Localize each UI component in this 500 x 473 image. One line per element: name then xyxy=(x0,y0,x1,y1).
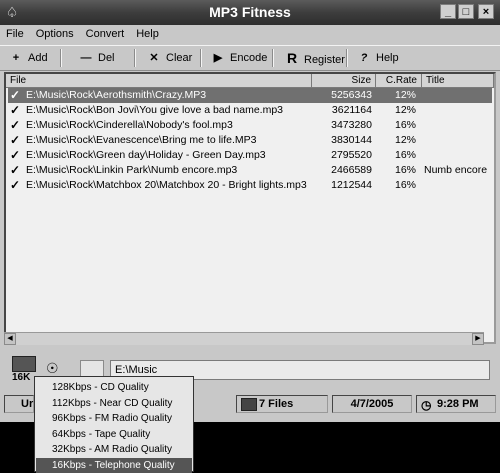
delete-button[interactable]: — Del xyxy=(78,49,115,67)
toolbar-separator xyxy=(60,49,62,67)
table-row[interactable]: ✓ E:\Music\Rock\Matchbox 20\Matchbox 20 -… xyxy=(8,178,492,193)
column-header-size[interactable]: Size xyxy=(312,74,376,88)
menu-options[interactable]: Options xyxy=(30,26,80,40)
menu-convert[interactable]: Convert xyxy=(80,26,131,40)
quality-menu-item[interactable]: 112Kbps - Near CD Quality xyxy=(36,396,192,411)
row-size: 5256343 xyxy=(331,89,372,101)
toolbar-separator xyxy=(346,49,348,67)
status-files: 7 Files xyxy=(236,395,328,413)
row-rate: 12% xyxy=(394,104,416,116)
toolbar-separator xyxy=(272,49,274,67)
table-row[interactable]: ✓ E:\Music\Rock\Evanescence\Bring me to l… xyxy=(8,133,492,148)
status-file-count: 7 Files xyxy=(259,398,294,410)
quality-menu-item[interactable]: 64Kbps - Tape Quality xyxy=(36,427,192,442)
register-label: Register xyxy=(304,54,345,66)
table-row[interactable]: ✓ E:\Music\Rock\Cinderella\Nobody's fool.… xyxy=(8,118,492,133)
row-size: 3830144 xyxy=(331,134,372,146)
row-size: 3621164 xyxy=(331,104,372,116)
row-rate: 16% xyxy=(394,149,416,161)
minus-icon: — xyxy=(80,52,92,64)
column-header-title[interactable]: Title xyxy=(422,74,494,88)
row-file: E:\Music\Rock\Aerothsmith\Crazy.MP3 xyxy=(26,89,207,101)
minimize-button[interactable]: _ xyxy=(440,4,456,19)
delete-label: Del xyxy=(98,52,115,64)
help-label: Help xyxy=(376,52,399,64)
encode-icon: ▶ xyxy=(213,52,223,64)
add-label: Add xyxy=(28,52,48,64)
quality-menu-item[interactable]: 128Kbps - CD Quality xyxy=(36,380,192,395)
checkmark-icon[interactable]: ✓ xyxy=(10,103,24,118)
checkmark-icon[interactable]: ✓ xyxy=(10,133,24,148)
speaker-icon xyxy=(12,356,36,372)
table-row[interactable]: ✓ E:\Music\Rock\Green day\Holiday - Green… xyxy=(8,148,492,163)
menu-help[interactable]: Help xyxy=(130,26,165,40)
row-size: 1212544 xyxy=(331,179,372,191)
encode-button[interactable]: ▶ Encode xyxy=(210,49,268,67)
table-row[interactable]: ✓ E:\Music\Rock\Aerothsmith\Crazy.MP3 5256… xyxy=(8,88,492,103)
help-icon: ? xyxy=(360,52,368,64)
row-rate: 12% xyxy=(394,89,416,101)
app-window: ♤ MP3 Fitness _ □ × File Options Convert He… xyxy=(0,0,500,422)
row-file: E:\Music\Rock\Bon Jovi\You give love a b… xyxy=(26,104,283,116)
table-row[interactable]: ✓ E:\Music\Rock\Bon Jovi\You give love a … xyxy=(8,103,492,118)
encode-label: Encode xyxy=(230,52,268,64)
quality-menu-item[interactable]: 96Kbps - FM Radio Quality xyxy=(36,411,192,426)
help-button[interactable]: ? Help xyxy=(356,49,399,67)
row-file: E:\Music\Rock\Linkin Park\Numb encore.mp… xyxy=(26,164,238,176)
file-list[interactable]: File Size C.Rate Title ✓ E:\Music\Rock\Ae… xyxy=(4,72,496,344)
row-size: 2466589 xyxy=(331,164,372,176)
column-header-rate[interactable]: C.Rate xyxy=(376,74,422,88)
quality-menu-item[interactable]: 32Kbps - AM Radio Quality xyxy=(36,442,192,457)
status-time-value: 9:28 PM xyxy=(437,398,479,410)
status-date: 4/7/2005 xyxy=(332,395,412,413)
scroll-left-icon[interactable]: ◀ xyxy=(4,333,16,345)
clear-button[interactable]: ✕ Clear xyxy=(146,49,192,67)
row-file: E:\Music\Rock\Cinderella\Nobody's fool.m… xyxy=(26,119,233,131)
row-file: E:\Music\Rock\Evanescence\Bring me to li… xyxy=(26,134,257,146)
menu-file[interactable]: File xyxy=(0,26,30,40)
checkmark-icon[interactable]: ✓ xyxy=(10,88,24,103)
row-rate: 16% xyxy=(394,179,416,191)
window-title: MP3 Fitness xyxy=(209,4,291,20)
row-rate: 16% xyxy=(394,164,416,176)
row-rate: 16% xyxy=(394,119,416,131)
files-icon xyxy=(241,398,257,411)
toolbar-separator xyxy=(134,49,136,67)
checkmark-icon[interactable]: ✓ xyxy=(10,118,24,133)
checkmark-icon[interactable]: ✓ xyxy=(10,178,24,193)
row-size: 3473280 xyxy=(331,119,372,131)
quality-menu-item[interactable]: 16Kbps - Telephone Quality xyxy=(36,457,192,473)
quality-menu: 128Kbps - CD Quality 112Kbps - Near CD Qu… xyxy=(34,376,194,473)
row-title: Numb encore xyxy=(424,164,488,176)
quality-label: 16K xyxy=(12,372,31,383)
horizontal-scrollbar[interactable]: ◀ ▶ xyxy=(4,332,484,345)
add-icon: + xyxy=(12,52,20,64)
column-header-file[interactable]: File xyxy=(6,74,312,88)
status-left: Ur xyxy=(4,395,34,413)
toolbar: + Add — Del ✕ Clear ▶ Encode R Register ? Help xyxy=(0,45,500,71)
register-icon: R xyxy=(286,50,298,66)
row-rate: 12% xyxy=(394,134,416,146)
toolbar-separator xyxy=(200,49,202,67)
add-button[interactable]: + Add xyxy=(8,49,48,67)
maximize-button[interactable]: □ xyxy=(458,4,474,19)
clock-icon: ◷ xyxy=(421,398,432,412)
row-size: 2795520 xyxy=(331,149,372,161)
x-icon: ✕ xyxy=(149,52,159,64)
row-file: E:\Music\Rock\Green day\Holiday - Green … xyxy=(26,149,266,161)
title-bar[interactable]: ♤ MP3 Fitness _ □ × xyxy=(0,0,500,25)
checkmark-icon[interactable]: ✓ xyxy=(10,148,24,163)
close-button[interactable]: × xyxy=(478,4,494,19)
table-row[interactable]: ✓ E:\Music\Rock\Linkin Park\Numb encore.m… xyxy=(8,163,492,178)
row-file: E:\Music\Rock\Matchbox 20\Matchbox 20 - … xyxy=(26,179,307,191)
scroll-right-icon[interactable]: ▶ xyxy=(472,333,484,345)
menu-bar: File Options Convert Help xyxy=(0,26,500,44)
checkmark-icon[interactable]: ✓ xyxy=(10,163,24,178)
status-time: ◷ 9:28 PM xyxy=(416,395,496,413)
clear-label: Clear xyxy=(166,52,193,64)
register-button[interactable]: R Register xyxy=(284,49,345,67)
